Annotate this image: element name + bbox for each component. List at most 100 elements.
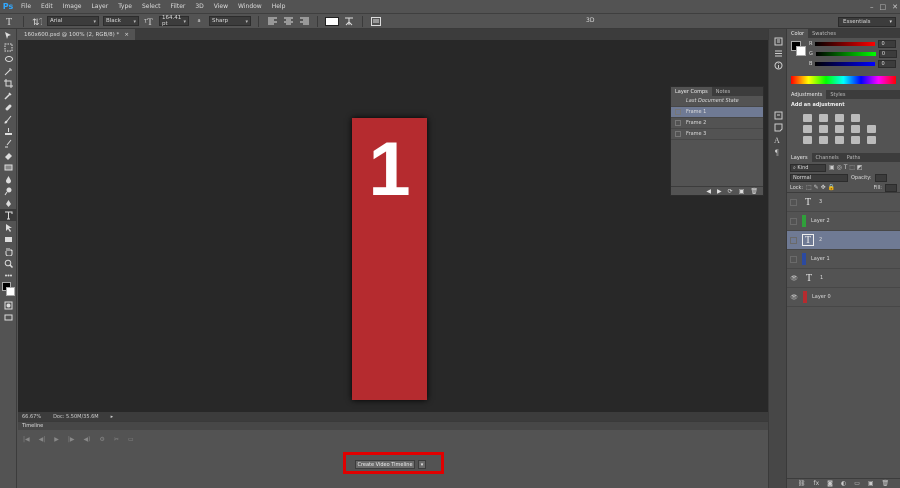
notes-icon[interactable] (769, 121, 787, 133)
create-video-timeline-button[interactable]: Create Video Timeline (355, 460, 415, 469)
split-icon[interactable]: ✂ (114, 436, 119, 443)
invert-icon[interactable] (819, 136, 828, 144)
hue-saturation-icon[interactable] (819, 125, 828, 133)
visibility-toggle[interactable] (790, 198, 797, 206)
minimize-icon[interactable]: – (870, 3, 874, 11)
marquee-tool-icon[interactable] (0, 41, 17, 53)
warp-text-icon[interactable] (343, 15, 355, 27)
vibrance-icon[interactable] (803, 125, 812, 133)
layer-row[interactable]: T3 (787, 193, 900, 212)
first-frame-icon[interactable]: |◀ (23, 436, 30, 443)
layer-row[interactable]: 👁 Layer 0 (787, 288, 900, 307)
tab-adjustments[interactable]: Adjustments (787, 90, 827, 99)
font-size-field[interactable]: 164.41 pt ▾ (159, 15, 189, 27)
lasso-tool-icon[interactable] (0, 53, 17, 65)
link-icon[interactable]: ⛓ (798, 480, 806, 487)
brightness-icon[interactable] (803, 114, 812, 122)
layer-comp-row[interactable]: Frame 1 (671, 107, 763, 118)
extra-tools-icon[interactable] (0, 269, 17, 281)
green-value[interactable]: 0 (878, 50, 897, 58)
character-panel-icon[interactable] (370, 15, 382, 27)
font-family-select[interactable]: Arial ▾ (47, 16, 99, 26)
text-color-swatch[interactable] (325, 16, 339, 26)
color-balance-icon[interactable] (835, 125, 844, 133)
visibility-toggle[interactable] (790, 255, 797, 263)
comp-checkbox[interactable] (675, 120, 681, 126)
menu-file[interactable]: File (16, 3, 36, 10)
crop-tool-icon[interactable] (0, 77, 17, 89)
tab-notes[interactable]: Notes (712, 87, 734, 96)
maximize-icon[interactable]: □ (880, 3, 887, 11)
layer-comp-row[interactable]: Last Document State (671, 96, 763, 107)
workspace-select[interactable]: Essentials ▾ (838, 17, 896, 27)
tab-layers[interactable]: Layers (787, 153, 812, 162)
lock-icons[interactable]: ⬚ ✎ ✥ 🔒 (806, 184, 835, 191)
layer-row[interactable]: 👁 T 1 (787, 269, 900, 288)
visibility-toggle[interactable] (790, 217, 797, 225)
chevron-down-icon[interactable]: ▾ (418, 460, 426, 469)
properties-icon[interactable] (769, 47, 787, 59)
tab-paths[interactable]: Paths (843, 153, 865, 162)
layer-comps-icon[interactable] (769, 109, 787, 121)
align-left-icon[interactable] (266, 15, 278, 27)
tab-styles[interactable]: Styles (826, 90, 849, 99)
threshold-icon[interactable] (851, 136, 860, 144)
menu-3d[interactable]: 3D (190, 3, 208, 10)
channel-mixer-icon[interactable] (803, 136, 812, 144)
red-value[interactable]: 0 (878, 40, 897, 48)
menu-layer[interactable]: Layer (86, 3, 113, 10)
menu-view[interactable]: View (209, 3, 233, 10)
blue-value[interactable]: 0 (878, 60, 897, 68)
layer-row[interactable]: Layer 1 (787, 250, 900, 269)
transition-icon[interactable]: ▭ (128, 436, 134, 443)
hand-tool-icon[interactable] (0, 245, 17, 257)
menu-edit[interactable]: Edit (36, 3, 58, 10)
menu-filter[interactable]: Filter (166, 3, 191, 10)
tab-channels[interactable]: Channels (812, 153, 843, 162)
photo-filter-icon[interactable] (867, 125, 876, 133)
previous-frame-icon[interactable]: ◀| (39, 436, 46, 443)
eye-icon[interactable]: 👁 (790, 294, 798, 301)
history-icon[interactable] (769, 35, 787, 47)
healing-brush-tool-icon[interactable] (0, 101, 17, 113)
pen-tool-icon[interactable] (0, 197, 17, 209)
screen-mode-icon[interactable] (0, 311, 17, 323)
blur-tool-icon[interactable] (0, 173, 17, 185)
path-selection-tool-icon[interactable] (0, 221, 17, 233)
clone-stamp-tool-icon[interactable] (0, 125, 17, 137)
color-swatches[interactable] (0, 281, 16, 299)
artboard-text[interactable]: 1 (352, 132, 427, 208)
adjustment-layer-icon[interactable]: ◐ (841, 480, 846, 487)
new-layer-icon[interactable]: ▣ (868, 480, 874, 487)
move-tool-icon[interactable] (0, 29, 17, 41)
update-comp-icon[interactable]: ⟳ (728, 188, 733, 195)
mask-icon[interactable]: ◙ (827, 480, 833, 487)
levels-icon[interactable] (819, 114, 828, 122)
close-icon[interactable]: × (124, 32, 129, 38)
next-frame-icon[interactable]: |▶ (68, 436, 75, 443)
menu-window[interactable]: Window (233, 3, 267, 10)
opacity-field[interactable] (874, 174, 887, 182)
document-tab[interactable]: 160x600.psd @ 100% (2, RGB/8) * × (18, 29, 135, 40)
font-style-select[interactable]: Black ▾ (103, 16, 139, 26)
green-slider[interactable] (815, 52, 876, 56)
settings-icon[interactable]: ⚙ (100, 436, 105, 443)
comp-checkbox[interactable] (675, 131, 681, 137)
menu-select[interactable]: Select (137, 3, 166, 10)
menu-type[interactable]: Type (113, 3, 137, 10)
blend-mode-select[interactable]: Normal (790, 174, 848, 182)
zoom-tool-icon[interactable] (0, 257, 17, 269)
audio-icon[interactable]: ◀) (84, 436, 91, 443)
group-icon[interactable]: ▭ (854, 480, 860, 487)
magic-wand-tool-icon[interactable] (0, 65, 17, 77)
layer-comp-row[interactable]: Frame 3 (671, 129, 763, 140)
gradient-tool-icon[interactable] (0, 161, 17, 173)
filter-icons[interactable]: ▣ ◎ T ⬚ ◩ (829, 164, 863, 171)
menu-image[interactable]: Image (58, 3, 87, 10)
info-icon[interactable] (769, 59, 787, 71)
type-tool-icon[interactable] (0, 209, 17, 221)
eye-icon[interactable]: 👁 (790, 275, 798, 282)
tab-swatches[interactable]: Swatches (808, 29, 840, 38)
zoom-level[interactable]: 66.67% (22, 414, 41, 420)
black-white-icon[interactable] (851, 125, 860, 133)
